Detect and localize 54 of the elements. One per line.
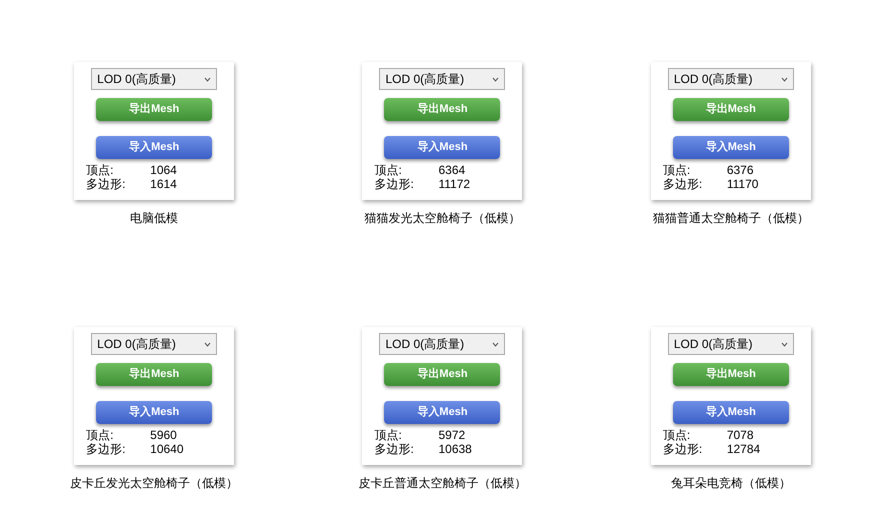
- stat-label: 多边形:: [86, 442, 126, 456]
- file-name: 电脑低模: [130, 210, 178, 227]
- stat-value: 11170: [726, 177, 758, 191]
- file-name: 皮卡丘发光太空舱椅子（低模）: [70, 475, 238, 492]
- file-name: 猫猫普通太空舱椅子（低模）: [652, 210, 809, 227]
- stat-value: 1614: [150, 177, 177, 191]
- import-mesh-button[interactable]: 导入Mesh: [384, 136, 500, 159]
- chevron-down-icon: [780, 342, 788, 346]
- stat-label: 顶点:: [86, 428, 114, 442]
- import-mesh-button[interactable]: 导入Mesh: [96, 401, 212, 424]
- lod-dropdown[interactable]: LOD 0(高质量): [668, 68, 794, 90]
- stat-label: 多边形:: [662, 177, 704, 191]
- thumbnail-card[interactable]: LOD 0(高质量) 导出Mesh 导入Mesh 顶点: 7078 多边形: 12784: [650, 327, 811, 465]
- stat-label: 顶点:: [86, 163, 114, 177]
- import-mesh-button[interactable]: 导入Mesh: [672, 136, 789, 159]
- stat-label: 多边形:: [662, 442, 704, 456]
- file-name: 猫猫发光太空舱椅子（低模）: [364, 210, 520, 227]
- stat-value: 1064: [150, 163, 177, 177]
- thumbnail-card[interactable]: LOD 0(高质量) 导出Mesh 导入Mesh 顶点: 6376 多边形: 11170: [650, 62, 811, 200]
- stat-value: 12784: [726, 442, 760, 456]
- chevron-down-icon: [780, 76, 788, 82]
- stat-label: 多边形:: [86, 177, 126, 191]
- chevron-down-icon: [204, 342, 212, 346]
- stat-value: 5972: [438, 428, 466, 442]
- stat-value: 10640: [150, 442, 184, 456]
- stat-label: 顶点:: [374, 428, 403, 442]
- thumbnail-card[interactable]: LOD 0(高质量) 导出Mesh 导入Mesh 顶点: 5972 多边形: 10638: [362, 327, 522, 465]
- thumbnail-card[interactable]: LOD 0(高质量) 导出Mesh 导入Mesh 顶点: 6364 多边形: 11172: [362, 62, 522, 200]
- stat-label: 顶点:: [662, 163, 692, 177]
- lod-dropdown[interactable]: LOD 0(高质量): [379, 333, 506, 355]
- file-name: 兔耳朵电竞椅（低模）: [670, 475, 791, 492]
- import-mesh-button[interactable]: 导入Mesh: [672, 401, 789, 424]
- thumbnail-card[interactable]: LOD 0(高质量) 导出Mesh 导入Mesh 顶点: 5960 多边形: 10640: [74, 327, 234, 465]
- import-mesh-button[interactable]: 导入Mesh: [384, 401, 500, 424]
- lod-dropdown[interactable]: LOD 0(高质量): [379, 68, 506, 90]
- chevron-down-icon: [492, 76, 500, 82]
- import-mesh-button[interactable]: 导入Mesh: [96, 136, 212, 159]
- lod-dropdown[interactable]: LOD 0(高质量): [668, 333, 794, 355]
- chevron-down-icon: [492, 342, 500, 346]
- file-name: 皮卡丘普通太空舱椅子（低模）: [358, 475, 526, 492]
- stat-value: 6364: [438, 163, 466, 177]
- stat-value: 6376: [726, 163, 755, 177]
- stat-value: 5960: [150, 428, 178, 442]
- stat-label: 顶点:: [374, 163, 403, 177]
- lod-dropdown[interactable]: LOD 0(高质量): [91, 333, 218, 355]
- stat-value: 11172: [438, 177, 470, 191]
- stat-value: 7078: [726, 428, 755, 442]
- stat-label: 多边形:: [374, 442, 415, 456]
- lod-dropdown[interactable]: LOD 0(高质量): [91, 68, 218, 90]
- stat-value: 10638: [438, 442, 472, 456]
- stat-label: 顶点:: [662, 428, 692, 442]
- thumbnail-card[interactable]: LOD 0(高质量) 导出Mesh 导入Mesh 顶点: 1064 多边形: 1614: [74, 62, 234, 200]
- chevron-down-icon: [204, 76, 212, 82]
- stat-label: 多边形:: [374, 177, 415, 191]
